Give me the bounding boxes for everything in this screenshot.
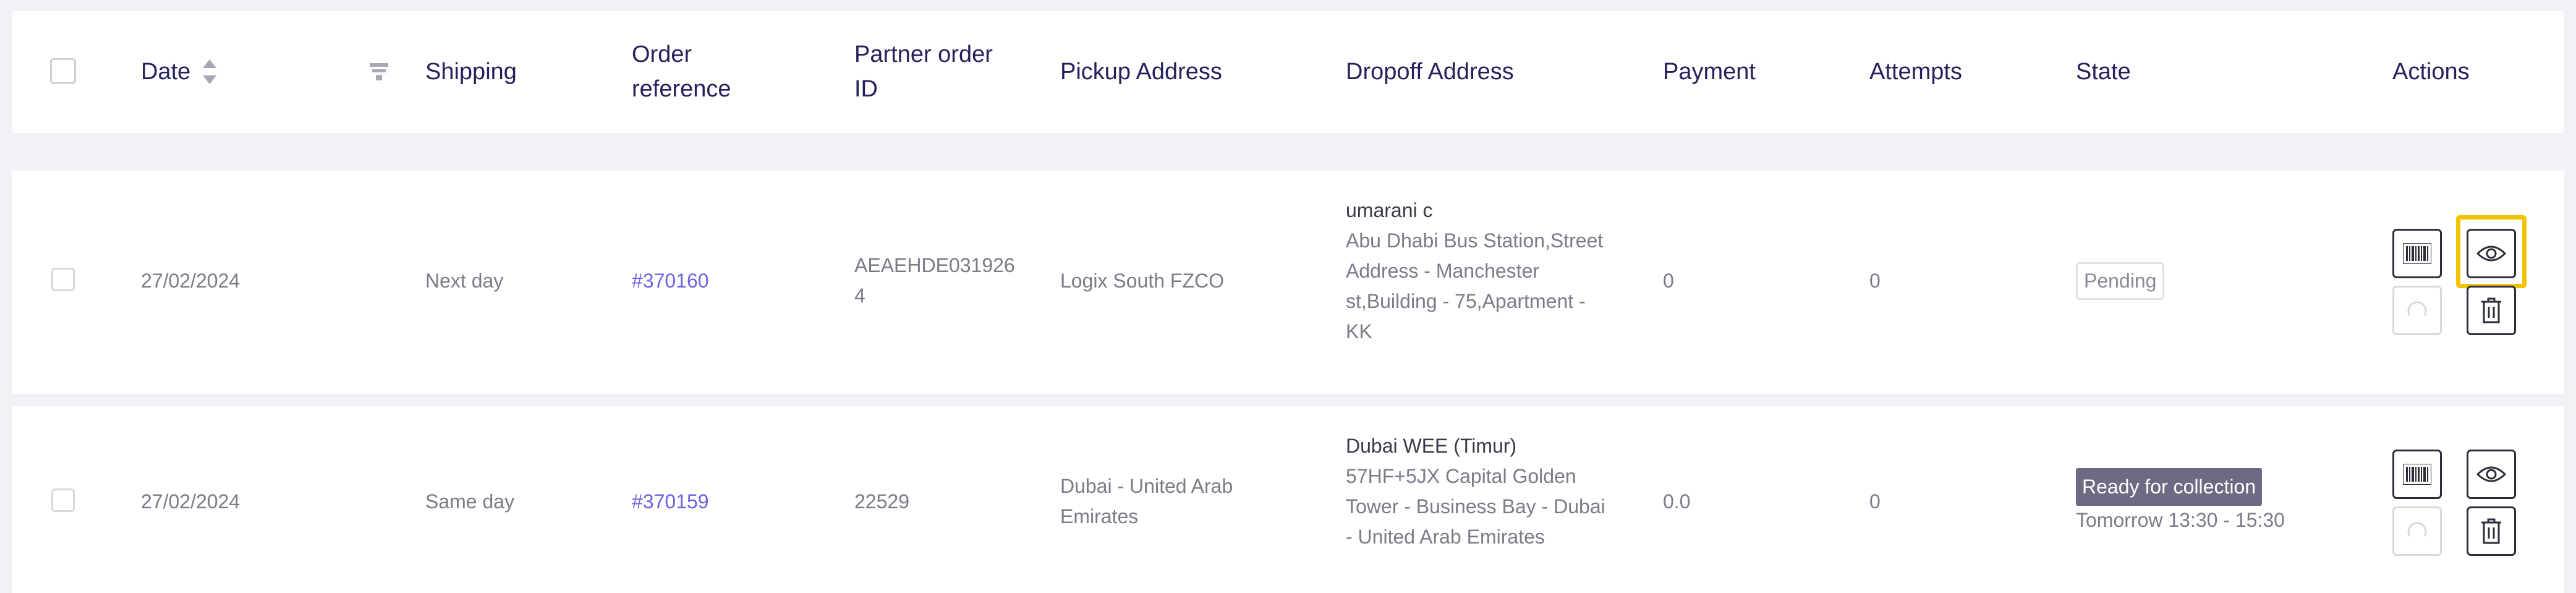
- row-partner-order-id: 22529: [854, 487, 909, 517]
- status-badge: Ready for collection: [2076, 468, 2263, 506]
- dropoff-address-line: KK: [1346, 320, 1372, 343]
- partner-order-id-line: 4: [854, 284, 865, 307]
- row-payment: 0.0: [1663, 490, 1691, 513]
- header-attempts: Attempts: [1869, 59, 1962, 85]
- dropoff-address-line: Abu Dhabi Bus Station,Street: [1346, 229, 1604, 252]
- dropoff-address-line: 57HF+5JX Capital Golden: [1346, 465, 1576, 487]
- row-checkbox[interactable]: [51, 488, 75, 512]
- trash-icon: [2481, 518, 2501, 544]
- delete-button[interactable]: [2467, 506, 2516, 556]
- dropoff-address-line: Address - Manchester: [1346, 260, 1540, 282]
- row-payment: 0: [1663, 270, 1674, 292]
- header-state: State: [2076, 59, 2131, 85]
- table-row: 27/02/2024 Same day #370159 22529 Dubai …: [12, 406, 2564, 593]
- select-all-checkbox[interactable]: [50, 58, 76, 84]
- header-payment: Payment: [1663, 59, 1756, 85]
- retry-button[interactable]: [2392, 286, 2442, 335]
- dropoff-address-line: - United Arab Emirates: [1346, 526, 1545, 548]
- row-dropoff-address: umarani c Abu Dhabi Bus Station,Street A…: [1346, 195, 1603, 347]
- row-date: 27/02/2024: [141, 270, 240, 292]
- header-dropoff-address: Dropoff Address: [1346, 59, 1514, 85]
- dropoff-address-line: st,Building - 75,Apartment -: [1346, 290, 1586, 312]
- refresh-icon: [2407, 522, 2427, 537]
- row-partner-order-id: AEAEHDE031926 4: [854, 250, 1015, 311]
- filter-icon[interactable]: [370, 63, 388, 80]
- header-order-reference: Order reference: [632, 37, 731, 106]
- dropoff-name: Dubai WEE (Timur): [1346, 435, 1517, 457]
- header-shipping: Shipping: [425, 59, 517, 85]
- highlight-box: [2456, 215, 2527, 288]
- eye-icon: [2476, 466, 2506, 482]
- header-order-reference-line2: reference: [632, 76, 731, 102]
- row-shipping: Next day: [425, 270, 504, 292]
- header-order-reference-line1: Order: [632, 41, 692, 67]
- header-partner-order-id: Partner order ID: [854, 37, 993, 106]
- header-partner-order-id-line2: ID: [854, 76, 878, 102]
- delivery-window: Tomorrow 13:30 - 15:30: [2076, 509, 2285, 531]
- header-partner-order-id-line1: Partner order: [854, 41, 993, 67]
- row-checkbox[interactable]: [51, 268, 75, 291]
- barcode-icon: [2403, 243, 2431, 264]
- header-actions: Actions: [2392, 59, 2470, 85]
- dropoff-name: umarani c: [1346, 199, 1433, 221]
- trash-icon: [2481, 297, 2501, 323]
- row-attempts: 0: [1869, 490, 1881, 513]
- row-pickup-address: Dubai - United Arab Emirates: [1060, 471, 1233, 532]
- row-pickup-address: Logix South FZCO: [1060, 266, 1224, 296]
- print-barcode-button[interactable]: [2392, 450, 2442, 499]
- row-shipping: Same day: [425, 490, 515, 513]
- status-badge: Pending: [2076, 262, 2165, 300]
- refresh-icon: [2407, 301, 2427, 316]
- sort-icon[interactable]: [203, 59, 216, 84]
- barcode-icon: [2403, 464, 2431, 485]
- table-row: 27/02/2024 Next day #370160 AEAEHDE03192…: [12, 171, 2564, 394]
- order-reference-link[interactable]: #370159: [632, 487, 709, 517]
- partner-order-id-line: 22529: [854, 490, 909, 513]
- row-date: 27/02/2024: [141, 490, 240, 513]
- view-order-button[interactable]: [2467, 450, 2516, 499]
- pickup-address-line: Dubai - United Arab: [1060, 475, 1233, 497]
- partner-order-id-line: AEAEHDE031926: [854, 254, 1015, 276]
- delete-button[interactable]: [2467, 286, 2516, 335]
- header-date[interactable]: Date: [141, 54, 190, 89]
- row-attempts: 0: [1869, 270, 1881, 292]
- dropoff-address-line: Tower - Business Bay - Dubai: [1346, 495, 1605, 518]
- retry-button[interactable]: [2392, 506, 2442, 556]
- table-header: Date Shipping Order reference Partner or…: [12, 11, 2564, 133]
- header-pickup-address: Pickup Address: [1060, 59, 1222, 85]
- pickup-address-line: Emirates: [1060, 505, 1139, 527]
- order-reference-link[interactable]: #370160: [632, 266, 709, 296]
- row-dropoff-address: Dubai WEE (Timur) 57HF+5JX Capital Golde…: [1346, 431, 1605, 552]
- print-barcode-button[interactable]: [2392, 229, 2442, 278]
- pickup-address-line: Logix South FZCO: [1060, 270, 1224, 292]
